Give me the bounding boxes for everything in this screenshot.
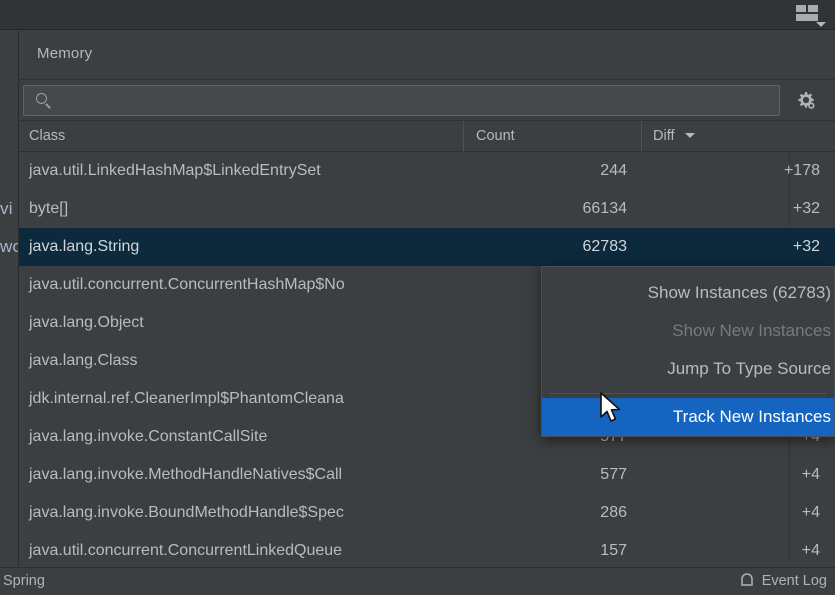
tab-memory[interactable]: Memory <box>37 45 92 62</box>
cell-count: 62783 <box>463 228 641 266</box>
gear-icon <box>794 89 818 113</box>
cell-count: 577 <box>463 456 641 494</box>
panel-header: Memory <box>19 31 835 80</box>
cell-class: java.lang.String <box>19 228 463 266</box>
cell-class: java.lang.invoke.BoundMethodHandle$Spec <box>19 494 463 532</box>
cell-class: java.util.concurrent.ConcurrentLinkedQue… <box>19 532 463 560</box>
cell-diff: +32 <box>641 228 835 266</box>
table-row[interactable]: byte[]66134+32 <box>19 190 835 228</box>
event-log-button[interactable]: Event Log <box>739 572 827 590</box>
window-layout-icon <box>796 5 818 22</box>
menu-item: Show New Instances <box>542 312 834 350</box>
editor-background-text-1: vi <box>0 199 13 219</box>
caret-down-icon <box>685 133 695 138</box>
top-toolbar <box>0 0 835 30</box>
column-header-count[interactable]: Count <box>463 121 641 152</box>
status-left-text: Spring <box>3 573 45 589</box>
window-layout-button[interactable] <box>796 4 826 28</box>
table-row[interactable]: java.util.concurrent.ConcurrentLinkedQue… <box>19 532 835 560</box>
cell-class: java.lang.Object <box>19 304 463 342</box>
cell-class: java.util.concurrent.ConcurrentHashMap$N… <box>19 266 463 304</box>
table-row[interactable]: java.lang.invoke.BoundMethodHandle$Spec2… <box>19 494 835 532</box>
table-row[interactable]: java.util.LinkedHashMap$LinkedEntrySet24… <box>19 152 835 190</box>
status-bar: Spring Event Log <box>0 567 835 595</box>
search-icon <box>35 92 53 110</box>
bell-icon <box>739 572 755 590</box>
cell-class: java.lang.invoke.ConstantCallSite <box>19 418 463 456</box>
cell-diff: +32 <box>641 190 835 228</box>
cell-class: java.util.LinkedHashMap$LinkedEntrySet <box>19 152 463 190</box>
table-row[interactable]: java.lang.String62783+32 <box>19 228 835 266</box>
cell-diff: +4 <box>641 532 835 560</box>
table-row[interactable]: java.lang.invoke.MethodHandleNatives$Cal… <box>19 456 835 494</box>
column-header-diff-label: Diff <box>653 128 675 144</box>
context-menu[interactable]: Show Instances (62783)Show New Instances… <box>541 266 835 437</box>
chevron-down-icon[interactable] <box>816 22 826 27</box>
cell-class: java.lang.Class <box>19 342 463 380</box>
menu-item[interactable]: Track New Instances <box>542 398 834 436</box>
event-log-label: Event Log <box>762 573 827 589</box>
cell-count: 66134 <box>463 190 641 228</box>
menu-item[interactable]: Show Instances (62783) <box>542 274 834 312</box>
ide-window: vi wo Memory <box>0 0 835 595</box>
cell-diff: +4 <box>641 494 835 532</box>
column-header-class[interactable]: Class <box>19 121 463 152</box>
cell-diff: +4 <box>641 456 835 494</box>
cell-diff: +178 <box>641 152 835 190</box>
menu-separator <box>550 393 826 394</box>
search-box[interactable] <box>23 85 780 116</box>
cell-count: 157 <box>463 532 641 560</box>
search-row <box>19 80 835 121</box>
column-header-diff[interactable]: Diff <box>641 121 835 152</box>
menu-item[interactable]: Jump To Type Source <box>542 350 834 388</box>
search-input[interactable] <box>58 86 772 117</box>
settings-gear-button[interactable] <box>794 89 818 113</box>
table-header: Class Count Diff <box>19 121 835 152</box>
cell-count: 286 <box>463 494 641 532</box>
cell-class: jdk.internal.ref.CleanerImpl$PhantomClea… <box>19 380 463 418</box>
cell-class: byte[] <box>19 190 463 228</box>
cell-class: java.lang.invoke.MethodHandleNatives$Cal… <box>19 456 463 494</box>
cell-count: 244 <box>463 152 641 190</box>
